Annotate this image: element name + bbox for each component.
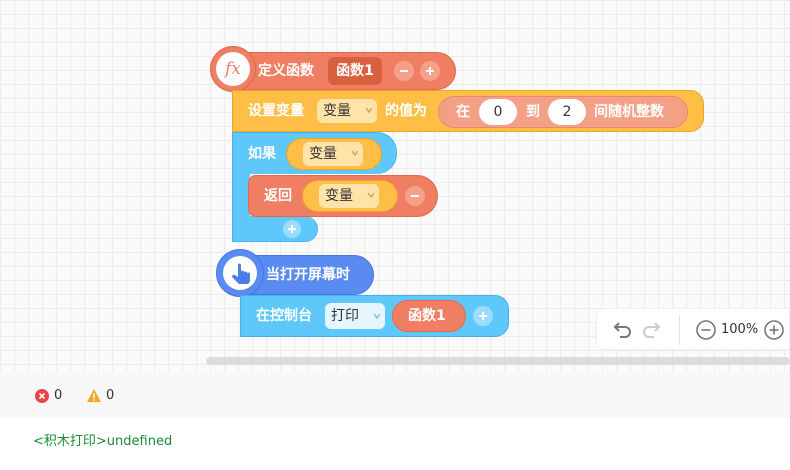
random-suffix-label: 间随机整数 [594, 104, 664, 120]
warning-icon [87, 389, 101, 402]
chevron-down-icon [351, 150, 358, 156]
undo-icon[interactable] [611, 317, 635, 341]
chevron-down-icon [365, 107, 372, 113]
random-to-input[interactable]: 2 [548, 99, 586, 125]
if-variable-dropdown-value: 变量 [309, 146, 337, 162]
chevron-down-icon [367, 192, 374, 198]
add-param-button[interactable] [420, 61, 440, 81]
if-add-branch-button[interactable] [283, 220, 301, 238]
zoom-level: 100% [721, 322, 759, 337]
return-variable-dropdown-value: 变量 [325, 188, 353, 204]
variable-dropdown-value: 变量 [323, 103, 351, 119]
redo-icon[interactable] [639, 317, 663, 341]
toolbar-divider [679, 315, 680, 345]
plus-icon [479, 312, 487, 320]
console-action-dropdown-value: 打印 [331, 308, 359, 324]
screen-open-label: 当打开屏幕时 [266, 267, 350, 283]
event-icon [216, 249, 264, 297]
warning-count: 0 [106, 388, 115, 403]
chevron-down-icon [373, 313, 380, 319]
blocks-workspace[interactable]: fx 定义函数 函数1 设置变量 变量 的值为 在 0 到 2 间随机整数 如果… [0, 0, 790, 372]
console-panel: 0 0 <积木打印>undefined [0, 372, 790, 470]
console-add-arg-button[interactable] [473, 306, 493, 326]
plus-icon [426, 67, 434, 75]
horizontal-scrollbar[interactable] [206, 357, 790, 365]
random-range-label: 在 [456, 104, 470, 120]
function-call-label: 函数1 [408, 308, 446, 324]
error-icon [35, 389, 49, 403]
remove-param-button[interactable] [394, 61, 414, 81]
workspace-toolbar: 100% [596, 308, 790, 350]
plus-icon [288, 225, 296, 233]
fx-icon-glyph: fx [216, 52, 250, 86]
console-label: 在控制台 [256, 308, 312, 324]
random-to-label: 到 [526, 104, 540, 120]
set-variable-label: 设置变量 [248, 103, 304, 119]
if-label: 如果 [248, 146, 276, 162]
if-block-foot [232, 216, 318, 242]
value-label: 的值为 [385, 103, 427, 119]
console-action-dropdown[interactable]: 打印 [325, 303, 385, 329]
console-status-bar: 0 0 [0, 372, 790, 418]
variable-dropdown[interactable]: 变量 [317, 99, 377, 123]
function-define-label: 定义函数 [258, 63, 314, 79]
minus-icon [400, 70, 408, 72]
zoom-out-icon[interactable] [695, 319, 717, 341]
return-remove-button[interactable] [405, 186, 425, 206]
random-from-input[interactable]: 0 [479, 99, 517, 125]
tap-hand-icon [232, 263, 250, 284]
if-variable-dropdown[interactable]: 变量 [303, 142, 363, 166]
console-output-line: <积木打印>undefined [33, 434, 173, 449]
minus-icon [411, 195, 419, 197]
return-variable-dropdown[interactable]: 变量 [319, 184, 379, 208]
error-count: 0 [54, 388, 63, 403]
zoom-in-icon[interactable] [763, 319, 785, 341]
function-name-field[interactable]: 函数1 [328, 57, 382, 85]
fx-icon: fx [210, 46, 256, 92]
return-label: 返回 [264, 188, 292, 204]
